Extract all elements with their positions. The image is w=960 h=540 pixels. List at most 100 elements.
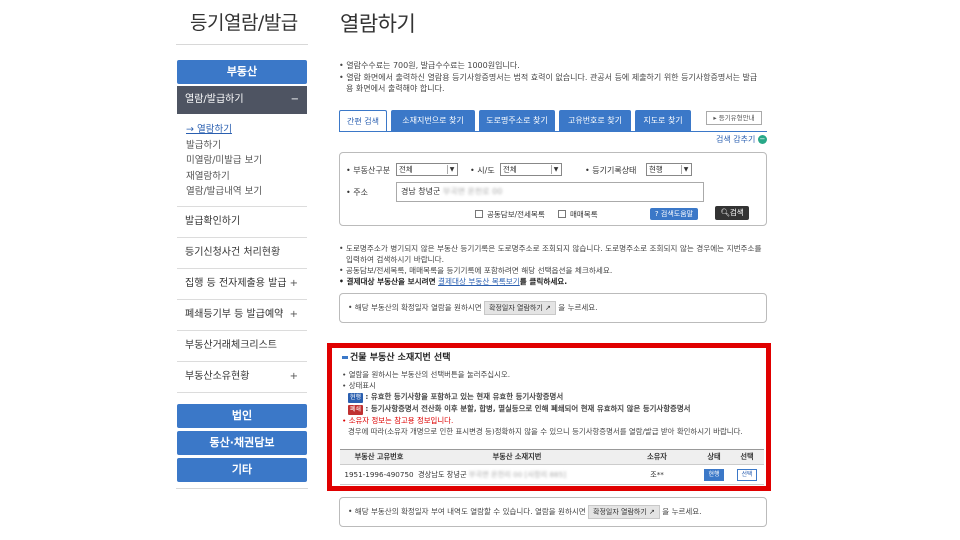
- expand-icon: +: [289, 309, 298, 320]
- info-text: • 해당 부동산의 확정일자 부여 내역도 열람할 수 있습니다. 열람을 원하…: [348, 507, 586, 516]
- record-status-label: • 등기기록상태: [585, 166, 637, 175]
- note-line: 현행 : 유효한 등기사항을 포함하고 있는 현재 유효한 등기사항증명서: [342, 391, 762, 403]
- joint-collateral-label: 공동담보/전세목록: [487, 210, 545, 219]
- tab-lot-number[interactable]: 소재지번으로 찾기: [391, 110, 475, 132]
- tab-unique-number[interactable]: 고유번호로 찾기: [559, 110, 631, 132]
- address-input[interactable]: 경남 창녕군 부곡면 온천로 00: [396, 182, 704, 202]
- submenu-review[interactable]: 재열람하기: [186, 169, 262, 185]
- cell-owner: 조**: [616, 464, 698, 485]
- note-line: 폐쇄 : 등기사항증명서 전산화 이후 분할, 합병, 멸실등으로 인해 폐쇄되…: [342, 403, 762, 415]
- fixed-date-info-box-2: • 해당 부동산의 확정일자 부여 내역도 열람할 수 있습니다. 열람을 원하…: [339, 497, 767, 527]
- note-line: • 열람수수료는 700원, 발급수수료는 1000원입니다.: [339, 61, 520, 70]
- record-status-select[interactable]: 현행 ▼: [646, 163, 692, 176]
- table-row: 1951-1996-490750 경상남도 창녕군 부곡면 온천리 00 [사창…: [340, 464, 764, 485]
- movable-credit-button[interactable]: 동산·채권담보: [177, 431, 307, 455]
- hide-search-label: 검색 감추기: [716, 135, 756, 144]
- menu-electronic-submit[interactable]: 집행 등 전자제출용 발급 +: [177, 269, 307, 300]
- payment-list-link[interactable]: 결제대상 부동산 목록보기: [438, 277, 520, 286]
- expand-icon: +: [289, 278, 298, 289]
- minus-circle-icon: −: [757, 135, 767, 144]
- chevron-down-icon: ▼: [681, 165, 690, 174]
- submenu-history[interactable]: 열람/발급내역 보기: [186, 184, 262, 200]
- info-text: • 해당 부동산의 확정일자 열람을 원하시면: [348, 303, 482, 312]
- search-button[interactable]: 🔍︎검색: [715, 206, 749, 220]
- search-icon: 🔍︎: [720, 208, 730, 217]
- fee-notes: • 열람수수료는 700원, 발급수수료는 1000원입니다. • 열람 화면에…: [339, 60, 759, 95]
- tab-map[interactable]: 지도로 찾기: [635, 110, 691, 132]
- note-bold: • 결제대상 부동산을 보시려면: [339, 277, 436, 286]
- submenu-list: → 열람하기 발급하기 미열람/미발급 보기 재열람하기 열람/발급내역 보기: [186, 122, 262, 200]
- region-label: • 시/도: [470, 166, 495, 175]
- col-owner: 소유자: [616, 449, 698, 465]
- search-help-button[interactable]: ? 검색도움말: [650, 208, 698, 220]
- tab-simple-search[interactable]: 간편 검색: [339, 110, 387, 132]
- fixed-date-view-button[interactable]: 확정일자 열람하기 ↗: [484, 301, 556, 315]
- cell-select: 선택: [730, 464, 764, 485]
- col-address: 부동산 소재지번: [418, 449, 616, 465]
- note-line: • 상태표시: [342, 381, 376, 390]
- address-label: • 주소: [346, 188, 368, 197]
- menu-checklist[interactable]: 부동산거래체크리스트: [177, 331, 307, 362]
- page-title: 열람하기: [340, 12, 416, 36]
- menu-label: 집행 등 전자제출용 발급: [185, 278, 287, 289]
- other-button[interactable]: 기타: [177, 458, 307, 482]
- note-line: • 열람 화면에서 출력하신 열람용 등기사항증명서는 법적 효력이 없습니다.…: [339, 72, 758, 94]
- cell-unique-number: 1951-1996-490750: [340, 464, 418, 485]
- expand-icon: +: [289, 371, 298, 382]
- sale-list-checkbox[interactable]: [558, 210, 566, 218]
- menu-closed-registry[interactable]: 폐쇄등기부 등 발급예약 +: [177, 300, 307, 331]
- search-tabs: 간편 검색 소재지번으로 찾기 도로명주소로 찾기 고유번호로 찾기 지도로 찾…: [339, 110, 695, 132]
- section-notes: • 열람을 원하시는 부동산의 선택버튼을 눌러주십시오. • 상태표시 현행 …: [342, 369, 762, 437]
- address-value: 경남 창녕군: [401, 187, 441, 196]
- status-badge-current: 현행: [348, 393, 364, 403]
- menu-label: 폐쇄등기부 등 발급예약: [185, 309, 284, 320]
- menu-case-status[interactable]: 등기신청사건 처리현황: [177, 238, 307, 269]
- select-value: 전체: [399, 165, 413, 174]
- submenu-issue[interactable]: 발급하기: [186, 138, 262, 154]
- info-text: 을 누르세요.: [558, 303, 598, 312]
- table-header-row: 부동산 고유번호 부동산 소재지번 소유자 상태 선택: [340, 449, 764, 465]
- tab-road-address[interactable]: 도로명주소로 찾기: [479, 110, 555, 132]
- search-notes: • 도로명주소가 병기되지 않은 부동산 등기기록은 도로명주소로 조회되지 않…: [339, 243, 769, 287]
- note-line: • 공동담보/전세목록, 매매목록을 등기기록에 포함하려면 해당 선택옵션을 …: [339, 266, 613, 275]
- col-unique-number: 부동산 고유번호: [340, 449, 418, 465]
- chevron-down-icon: ▼: [551, 165, 560, 174]
- hide-search-toggle[interactable]: 검색 감추기 −: [716, 134, 767, 145]
- status-badge-closed: 폐쇄: [348, 405, 364, 415]
- menu-view-issue-label: 열람/발급하기: [185, 94, 244, 105]
- fixed-date-view-button-2[interactable]: 확정일자 열람하기 ↗: [588, 505, 660, 519]
- tab-underline: [339, 131, 767, 132]
- sidebar-divider: [176, 44, 308, 45]
- owner-note: • 소유자 정보는 참고용 정보입니다.: [342, 416, 454, 425]
- property-type-label: • 부동산구분: [346, 166, 391, 175]
- search-label: 검색: [729, 208, 744, 217]
- menu-ownership[interactable]: 부동산소유현황 +: [177, 362, 307, 393]
- cell-status: 현행: [698, 464, 730, 485]
- menu-view-issue[interactable]: 열람/발급하기 −: [177, 86, 307, 114]
- note-line: • 결제대상 부동산을 보시려면 결제대상 부동산 목록보기를 클릭하세요.: [339, 276, 769, 287]
- menu-label: 발급확인하기: [185, 216, 241, 227]
- realestate-category-button[interactable]: 부동산: [177, 60, 307, 84]
- note-line: • 도로명주소가 병기되지 않은 부동산 등기기록은 도로명주소로 조회되지 않…: [339, 244, 762, 264]
- owner-note-detail: 경우에 따라(소유자 개명으로 인한 표시변경 등)정확하지 않을 수 있으니 …: [348, 427, 743, 436]
- menu-verify-issue[interactable]: 발급확인하기: [177, 207, 307, 238]
- section-bullet-icon: [342, 356, 348, 359]
- submenu-view[interactable]: → 열람하기: [186, 122, 262, 138]
- select-button[interactable]: 선택: [737, 468, 757, 481]
- closed-desc: : 등기사항증명서 전산화 이후 분할, 합병, 멸실등으로 인해 폐쇄되어 현…: [365, 404, 691, 413]
- section-title-text: 건물 부동산 소재지번 선택: [350, 353, 451, 363]
- sale-list-label: 매매목록: [570, 210, 598, 219]
- sidebar-title: 등기열람/발급: [190, 12, 298, 34]
- corporation-button[interactable]: 법인: [177, 404, 307, 428]
- submenu-unviewed[interactable]: 미열람/미발급 보기: [186, 153, 262, 169]
- region-select[interactable]: 전체 ▼: [500, 163, 562, 176]
- registry-type-guide-button[interactable]: ▸ 등기유형안내: [706, 111, 762, 125]
- sidebar-bottom-divider: [176, 488, 308, 489]
- select-value: 현행: [649, 165, 663, 174]
- property-type-select[interactable]: 전체 ▼: [396, 163, 458, 176]
- col-status: 상태: [698, 449, 730, 465]
- menu-label: 부동산거래체크리스트: [185, 340, 277, 351]
- joint-collateral-checkbox[interactable]: [475, 210, 483, 218]
- search-help-label: 검색도움말: [660, 210, 694, 218]
- section-title: 건물 부동산 소재지번 선택: [342, 350, 450, 363]
